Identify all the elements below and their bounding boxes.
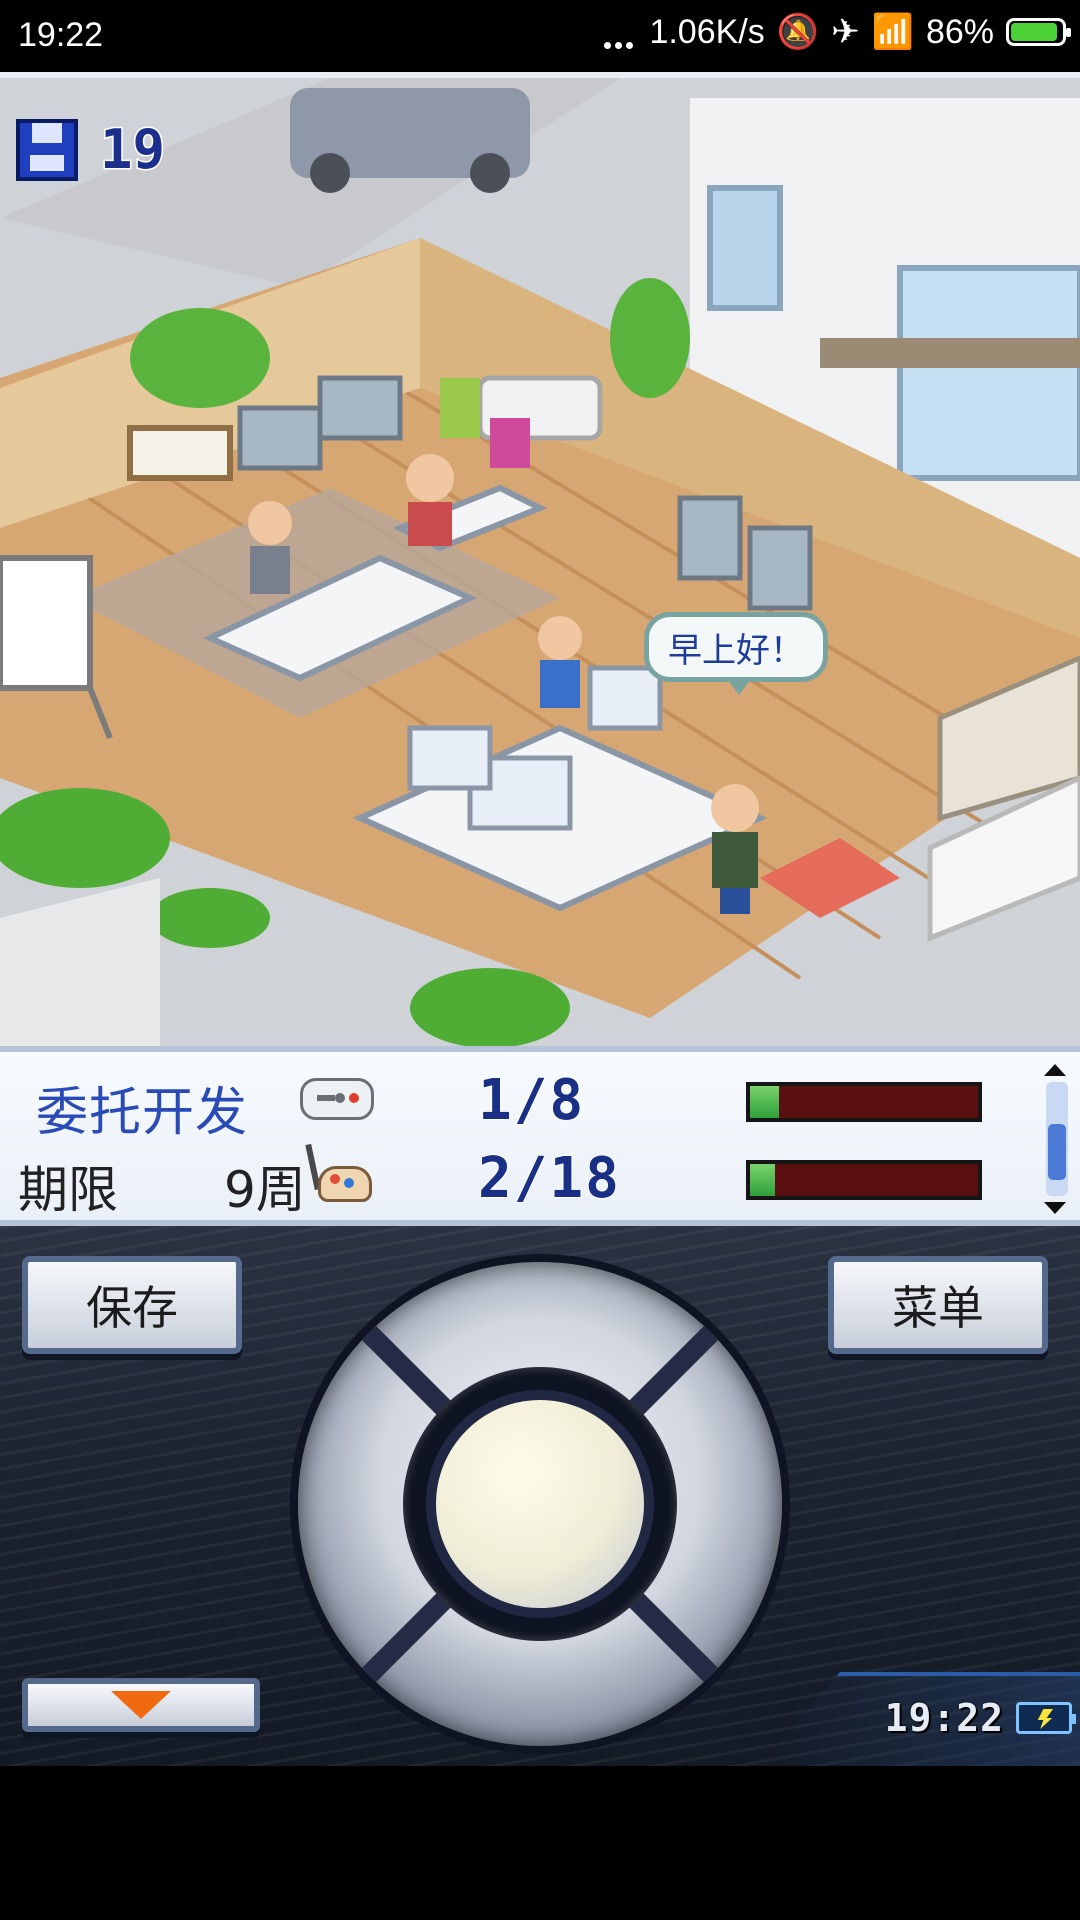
save-button[interactable]: 保存 [22,1256,242,1354]
status-time: 19:22 [18,16,104,54]
save-count: 19 [98,117,166,183]
dpad-center-button[interactable] [426,1390,654,1618]
progress-bar-1 [746,1082,982,1122]
job-name: 委托开发 [36,1083,249,1143]
game-clock: 19:22 [884,1696,1076,1740]
battery-charging-icon [1006,18,1071,46]
game-scene[interactable]: 19 早上好！ [0,72,1080,1052]
down-triangle-icon [111,1691,171,1719]
scroll-thumb[interactable] [1048,1124,1066,1180]
network-speed: 1.06K/s [649,12,765,51]
scroll-down-icon[interactable] [1044,1202,1066,1214]
status-icons: 1.06K/s 🔕 ✈ 📶 86% [604,12,1071,52]
save-indicator: 19 [16,117,167,183]
palette-icon [305,1143,372,1206]
dpad[interactable] [290,1254,790,1754]
battery-charging-icon [1016,1702,1076,1734]
deadline-label: 期限 [18,1161,118,1219]
speech-bubble: 早上好！ [644,612,828,695]
office-illustration [0,78,1080,1052]
down-button[interactable] [22,1678,260,1732]
game-clock-time: 19:22 [884,1696,1004,1740]
progress-text-2: 2/18 [477,1145,621,1212]
floppy-icon [16,118,78,181]
info-row-1: 委托开发 1/8 [0,1062,1040,1143]
progress-text-1: 1/8 [477,1067,586,1134]
gamepad-icon [300,1078,374,1120]
progress-bar-2 [746,1160,982,1200]
airplane-icon: ✈ [831,13,860,51]
info-scrollbar[interactable] [1044,1064,1070,1214]
deadline-value: 9周 [224,1161,306,1219]
scroll-up-icon[interactable] [1044,1064,1066,1076]
mute-icon: 🔕 [776,13,820,51]
menu-button[interactable]: 菜单 [828,1256,1048,1354]
wifi-icon: 📶 [871,13,914,51]
battery-percent: 86% [925,12,994,51]
job-info-panel: 委托开发 1/8 期限 9周 2/18 [0,1046,1080,1226]
info-row-2: 期限 9周 2/18 [0,1140,1040,1220]
control-area: 保存 菜单 19:22 [0,1226,1080,1766]
status-bar: 19:22 1.06K/s 🔕 ✈ 📶 86% [0,0,1080,72]
dots-icon [604,13,637,52]
game-screen: 19:22 1.06K/s 🔕 ✈ 📶 86% 19 早上好！ 委托开发 1/8… [0,0,1080,1920]
